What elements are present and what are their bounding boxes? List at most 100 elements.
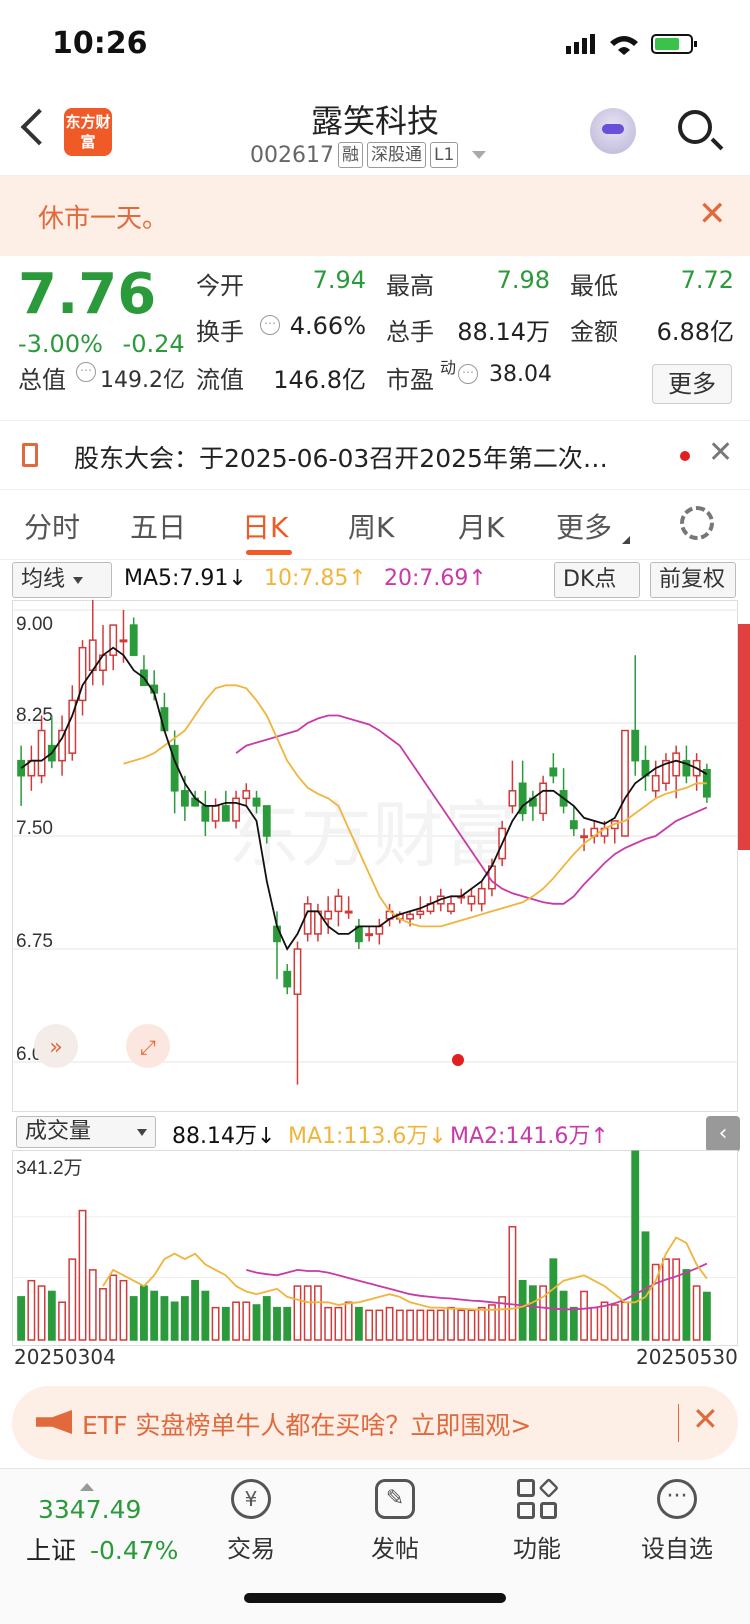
- candle-body: [447, 903, 455, 913]
- stock-code: 002617: [250, 142, 334, 168]
- dropdown-icon: [137, 1129, 147, 1136]
- candle-body: [324, 910, 333, 920]
- announcement-text[interactable]: 股东大会：于2025-06-03召开2025年第二次…: [74, 439, 654, 475]
- open-value: 7.94: [312, 266, 366, 294]
- expand-left-button[interactable]: »: [34, 1024, 78, 1068]
- tab-intraday[interactable]: 分时: [24, 506, 80, 546]
- tab-monthly-k[interactable]: 月K: [458, 506, 504, 546]
- volume-bar: [303, 1285, 312, 1341]
- tab-weekly-k[interactable]: 周K: [348, 506, 394, 546]
- active-tab-indicator: [246, 550, 292, 555]
- volume-bar: [180, 1296, 189, 1341]
- volume-label: 总手: [386, 318, 434, 346]
- stock-code-row[interactable]: 002617 融 深股通 L1: [250, 142, 487, 168]
- index-value[interactable]: 3347.49: [38, 1495, 141, 1524]
- search-icon[interactable]: [678, 110, 712, 144]
- volume-select[interactable]: 成交量: [16, 1116, 156, 1148]
- etf-promo-text[interactable]: ETF 实盘榜单牛人都在买啥？立即围观>: [82, 1406, 531, 1442]
- signal-icon: [566, 46, 571, 54]
- volume-bar: [58, 1301, 66, 1341]
- volume-bar: [314, 1285, 322, 1341]
- indicator-select-value: 均线: [21, 567, 66, 592]
- nav-add-watchlist-label: 设自选: [641, 1535, 713, 1563]
- low-value: 7.72: [680, 266, 734, 294]
- volume-chart[interactable]: 341.2万: [12, 1150, 738, 1346]
- bottom-bar: 3347.49 上证 -0.47% ¥ 交易 ✎ 发帖 功能 ··· 设自选: [0, 1468, 750, 1624]
- tag-connect: 深股通: [366, 142, 426, 168]
- scroll-accent: [738, 624, 750, 850]
- volume-bar: [508, 1226, 517, 1341]
- nav-trade[interactable]: ¥ 交易: [196, 1479, 306, 1564]
- dk-select[interactable]: DK点: [554, 562, 640, 598]
- dropdown-icon: [73, 576, 84, 584]
- tab-more[interactable]: 更多: [556, 506, 612, 546]
- candle-body: [549, 767, 558, 777]
- nav-post[interactable]: ✎ 发帖: [340, 1479, 450, 1564]
- assistant-avatar[interactable]: [590, 108, 636, 154]
- candle-body: [375, 925, 384, 935]
- tab-daily-k[interactable]: 日K: [242, 506, 288, 546]
- svg-text:»: »: [49, 1035, 62, 1060]
- volume-bar: [160, 1296, 169, 1341]
- index-name-label: 上证: [26, 1536, 77, 1565]
- status-bar: 10:26: [0, 0, 750, 90]
- chevron-down-icon[interactable]: [472, 151, 487, 159]
- adjust-select[interactable]: 前复权: [650, 562, 736, 598]
- volume-bar: [78, 1209, 87, 1341]
- date-end: 20250530: [636, 1345, 738, 1369]
- volume-bar: [27, 1279, 36, 1341]
- status-time: 10:26: [52, 26, 148, 61]
- close-icon[interactable]: ✕: [692, 1400, 719, 1438]
- gear-icon[interactable]: [680, 506, 714, 540]
- close-icon[interactable]: ✕: [698, 194, 727, 234]
- candle-body: [334, 895, 343, 913]
- stock-header: 东方财富 露笑科技 002617 融 深股通 L1: [0, 90, 750, 176]
- info-icon[interactable]: ⋯: [458, 364, 478, 384]
- watermark: 东方财富: [228, 796, 516, 876]
- ma20-label: 20:7.69↑: [384, 566, 487, 591]
- candle-body: [232, 797, 240, 822]
- mktcap-value: 149.2亿: [100, 368, 185, 393]
- volume-bar: [559, 1290, 568, 1341]
- indicator-select[interactable]: 均线: [12, 562, 112, 598]
- volume-bar: [385, 1306, 394, 1341]
- more-button[interactable]: 更多: [652, 364, 732, 404]
- volume-bar: [436, 1309, 445, 1341]
- price-change: -3.00% -0.24: [18, 330, 185, 358]
- volume-bar: [37, 1285, 46, 1341]
- tag-level: L1: [429, 142, 459, 168]
- nav-features[interactable]: 功能: [482, 1477, 592, 1564]
- y-tick-label: 7.50: [16, 818, 53, 839]
- nav-add-watchlist[interactable]: ··· 设自选: [622, 1479, 732, 1564]
- pe-superscript: 动: [440, 358, 457, 377]
- volume-bar: [68, 1258, 77, 1341]
- float-label: 流值: [196, 366, 244, 394]
- etf-promo-banner[interactable]: ETF 实盘榜单牛人都在买啥？立即围观> ✕: [12, 1386, 738, 1460]
- close-icon[interactable]: ✕: [708, 435, 733, 470]
- pe-label: 市盈: [386, 366, 434, 394]
- candle-body: [119, 639, 128, 643]
- kline-chart[interactable]: 东方财富 9.008.257.506.756.00 » ⤢: [12, 600, 738, 1112]
- volume-bar: [406, 1309, 414, 1341]
- nav-post-label: 发帖: [371, 1535, 419, 1563]
- event-marker[interactable]: [452, 1054, 464, 1066]
- turnover-value: 4.66%: [289, 312, 366, 340]
- collapse-panel-button[interactable]: ‹: [706, 1116, 740, 1152]
- index-name[interactable]: 上证 -0.47%: [26, 1531, 178, 1567]
- ma5-label: MA5:7.91↓: [124, 566, 247, 591]
- info-icon[interactable]: ⋯: [76, 362, 96, 382]
- ma-indicator-row: 均线 MA5:7.91↓ 10:7.85↑ 20:7.69↑ DK点 前复权: [0, 560, 750, 600]
- change-pct: -3.00%: [18, 330, 103, 358]
- volume-bar: [590, 1306, 599, 1341]
- vol-ma1-label: MA1:113.6万↓: [288, 1124, 447, 1149]
- candle-body: [303, 903, 312, 935]
- volume-bar: [702, 1291, 711, 1341]
- volume-bar: [477, 1306, 486, 1341]
- tab-five-day[interactable]: 五日: [130, 506, 186, 546]
- volume-bar: [600, 1301, 609, 1341]
- volume-max-tick: 341.2万: [16, 1158, 83, 1179]
- fullscreen-button[interactable]: ⤢: [126, 1024, 170, 1068]
- candle-body: [580, 835, 588, 839]
- candle-body: [344, 910, 353, 914]
- announcement-bar[interactable]: 股东大会：于2025-06-03召开2025年第二次… ✕: [0, 420, 750, 490]
